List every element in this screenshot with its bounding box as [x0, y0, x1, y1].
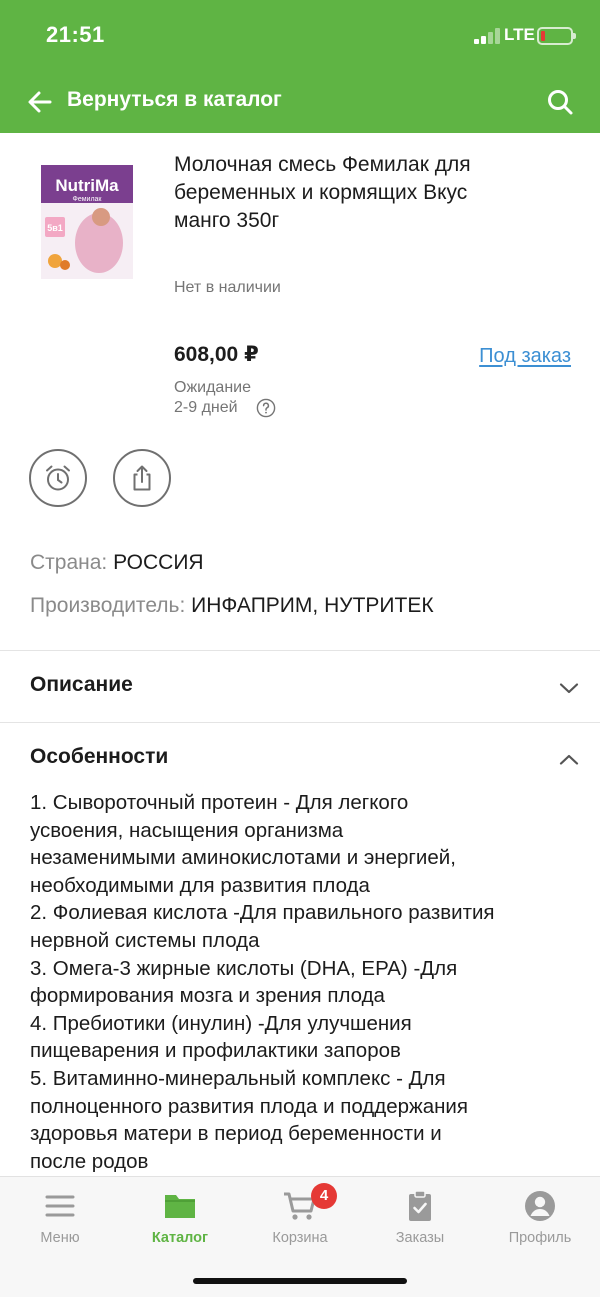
features-line: 4. Пребиотики (инулин) -Для улучшения	[30, 1011, 412, 1035]
features-line: нервной системы плода	[30, 928, 260, 952]
features-text: 1. Сывороточный протеин - Для легкого ус…	[30, 789, 585, 1175]
home-indicator	[193, 1278, 407, 1284]
folder-icon	[165, 1195, 195, 1218]
country-value: РОССИЯ	[113, 551, 204, 574]
product-image-brand: NutriMa	[55, 176, 119, 195]
product-title-line: беременных и кормящих Вкус	[174, 181, 468, 204]
cart-badge: 4	[311, 1183, 337, 1209]
product-image-subbrand: Фемилак	[73, 196, 103, 203]
chevron-up-icon[interactable]	[558, 753, 580, 767]
notify-button[interactable]	[29, 449, 87, 507]
arrow-left-icon[interactable]	[26, 88, 54, 116]
features-line: 1. Сывороточный протеин - Для легкого	[30, 791, 409, 814]
features-line: пищеварения и профилактики запоров	[30, 1039, 401, 1063]
features-section-title[interactable]: Особенности	[30, 745, 168, 769]
product-title-line: манго 350г	[174, 209, 280, 232]
tab-catalog[interactable]: Каталог	[120, 1177, 240, 1257]
features-line: необходимыми для развития плода	[30, 873, 370, 897]
features-line: незаменимыми аминокислотами и энергией,	[30, 846, 456, 870]
product-image[interactable]: NutriMa Фемилак 5в1	[41, 165, 133, 279]
tab-cart[interactable]: 4 Корзина	[240, 1177, 360, 1257]
wait-days: 2-9 дней	[174, 399, 238, 416]
status-bar: 21:51 LTE	[0, 0, 600, 70]
manufacturer-key: Производитель:	[30, 594, 186, 617]
tab-label: Профиль	[508, 1230, 572, 1246]
battery-icon	[537, 27, 576, 45]
features-line: здоровья матери в период беременности и	[30, 1122, 442, 1146]
features-line: 5. Витаминно-минеральный комплекс - Для	[30, 1066, 446, 1090]
share-button[interactable]	[113, 449, 171, 507]
tab-label: Меню	[40, 1230, 80, 1246]
tab-orders[interactable]: Заказы	[360, 1177, 480, 1257]
manufacturer-row: Производитель: ИНФАПРИМ, НУТРИТЕК	[30, 594, 434, 618]
country-row: Страна: РОССИЯ	[30, 551, 204, 575]
features-line: 3. Омега-3 жирные кислоты (DHA, EPA) -Дл…	[30, 956, 458, 980]
signal-icon	[474, 28, 500, 44]
menu-icon	[45, 1195, 75, 1217]
preorder-link[interactable]: Под заказ	[479, 345, 571, 368]
navbar: Вернуться в каталог	[0, 76, 600, 128]
features-line: усвоения, насыщения организма	[30, 818, 344, 842]
product-title: Молочная смесь Фемилак для беременных и …	[174, 151, 569, 235]
network-label: LTE	[504, 25, 535, 44]
question-circle-icon[interactable]	[256, 398, 276, 418]
profile-icon	[525, 1191, 555, 1221]
tab-label: Заказы	[395, 1230, 445, 1246]
alarm-clock-icon	[46, 465, 70, 491]
features-line: после родов	[30, 1149, 149, 1173]
product-price: 608,00 ₽	[174, 343, 259, 366]
clipboard-icon	[409, 1190, 431, 1221]
tab-label: Корзина	[272, 1230, 328, 1246]
share-icon	[133, 465, 151, 491]
description-section-title[interactable]: Описание	[30, 673, 133, 697]
tab-menu[interactable]: Меню	[0, 1177, 120, 1257]
country-key: Страна:	[30, 551, 108, 574]
tab-profile[interactable]: Профиль	[480, 1177, 600, 1257]
product-image-badge: 5в1	[47, 223, 63, 233]
features-line: полноценного развития плода и поддержани…	[30, 1094, 468, 1118]
status-time: 21:51	[46, 22, 105, 47]
divider	[0, 722, 600, 723]
back-to-catalog-link[interactable]: Вернуться в каталог	[67, 88, 282, 112]
stock-status: Нет в наличии	[174, 279, 281, 296]
tab-label: Каталог	[151, 1230, 209, 1246]
divider	[0, 650, 600, 651]
features-line: 2. Фолиевая кислота -Для правильного раз…	[30, 901, 495, 925]
features-line: формирования мозга и зрения плода	[30, 984, 385, 1008]
manufacturer-value: ИНФАПРИМ, НУТРИТЕК	[191, 594, 434, 617]
wait-label: Ожидание	[174, 379, 251, 396]
product-title-line: Молочная смесь Фемилак для	[174, 153, 471, 176]
app-header: 21:51 LTE Вернуться в каталог	[0, 0, 600, 133]
search-icon[interactable]	[545, 87, 575, 117]
chevron-down-icon[interactable]	[558, 681, 580, 695]
